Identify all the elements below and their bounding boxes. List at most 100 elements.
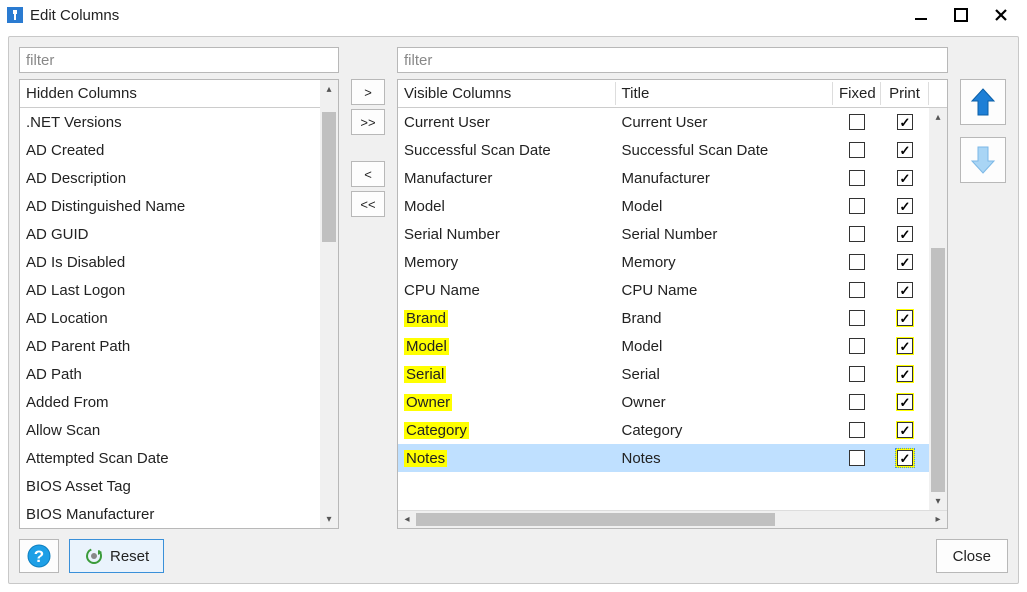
- visible-column-row[interactable]: Current UserCurrent User: [398, 108, 929, 136]
- row-title[interactable]: Current User: [616, 112, 834, 133]
- visible-columns-table[interactable]: Visible Columns Title Fixed Print Curren…: [397, 79, 948, 529]
- fixed-checkbox[interactable]: [849, 254, 865, 270]
- print-checkbox[interactable]: [897, 422, 913, 438]
- fixed-checkbox[interactable]: [849, 114, 865, 130]
- move-up-button[interactable]: [960, 79, 1006, 125]
- row-title[interactable]: Serial Number: [616, 224, 834, 245]
- hidden-column-item[interactable]: Attempted Scan Date: [20, 444, 320, 472]
- print-checkbox[interactable]: [897, 366, 913, 382]
- print-checkbox[interactable]: [897, 254, 913, 270]
- visible-column-row[interactable]: NotesNotes: [398, 444, 929, 472]
- scroll-up-icon[interactable]: ▴: [929, 108, 947, 126]
- print-checkbox[interactable]: [897, 310, 913, 326]
- print-checkbox[interactable]: [897, 450, 913, 466]
- hidden-column-item[interactable]: AD Distinguished Name: [20, 192, 320, 220]
- hidden-column-item[interactable]: AD Is Disabled: [20, 248, 320, 276]
- row-title[interactable]: Manufacturer: [616, 168, 834, 189]
- scroll-down-icon[interactable]: ▾: [320, 510, 338, 528]
- visible-column-row[interactable]: SerialSerial: [398, 360, 929, 388]
- visible-hscrollbar[interactable]: ◂ ▸: [398, 510, 947, 528]
- reset-button[interactable]: Reset: [69, 539, 164, 573]
- hidden-columns-header[interactable]: Hidden Columns: [20, 80, 320, 108]
- hidden-column-item[interactable]: AD Created: [20, 136, 320, 164]
- visible-filter-input[interactable]: [397, 47, 948, 73]
- hidden-column-item[interactable]: AD Parent Path: [20, 332, 320, 360]
- hidden-column-item[interactable]: Added From: [20, 388, 320, 416]
- move-down-button[interactable]: [960, 137, 1006, 183]
- visible-column-row[interactable]: CategoryCategory: [398, 416, 929, 444]
- row-title[interactable]: Successful Scan Date: [616, 140, 834, 161]
- hidden-column-item[interactable]: AD GUID: [20, 220, 320, 248]
- fixed-checkbox[interactable]: [849, 226, 865, 242]
- fixed-checkbox[interactable]: [849, 198, 865, 214]
- scroll-thumb[interactable]: [322, 112, 336, 242]
- print-checkbox[interactable]: [897, 198, 913, 214]
- print-checkbox[interactable]: [897, 170, 913, 186]
- scroll-thumb[interactable]: [931, 248, 945, 492]
- close-window-button[interactable]: [981, 0, 1021, 30]
- fixed-checkbox[interactable]: [849, 170, 865, 186]
- print-checkbox[interactable]: [897, 282, 913, 298]
- print-checkbox[interactable]: [897, 114, 913, 130]
- visible-column-row[interactable]: ModelModel: [398, 332, 929, 360]
- hidden-column-item[interactable]: AD Location: [20, 304, 320, 332]
- hidden-column-item[interactable]: AD Path: [20, 360, 320, 388]
- hidden-column-item[interactable]: AD Description: [20, 164, 320, 192]
- remove-one-button[interactable]: <: [351, 161, 385, 187]
- row-title[interactable]: Notes: [616, 448, 834, 469]
- fixed-checkbox[interactable]: [849, 422, 865, 438]
- maximize-button[interactable]: [941, 0, 981, 30]
- row-title[interactable]: Brand: [616, 308, 834, 329]
- hidden-columns-list[interactable]: Hidden Columns.NET VersionsAD CreatedAD …: [19, 79, 339, 529]
- visible-column-row[interactable]: BrandBrand: [398, 304, 929, 332]
- fixed-checkbox[interactable]: [849, 282, 865, 298]
- fixed-checkbox[interactable]: [849, 366, 865, 382]
- hidden-filter-input[interactable]: [19, 47, 339, 73]
- row-title[interactable]: Serial: [616, 364, 834, 385]
- visible-column-row[interactable]: MemoryMemory: [398, 248, 929, 276]
- fixed-checkbox[interactable]: [849, 310, 865, 326]
- minimize-button[interactable]: [901, 0, 941, 30]
- visible-column-row[interactable]: Successful Scan DateSuccessful Scan Date: [398, 136, 929, 164]
- print-checkbox[interactable]: [897, 394, 913, 410]
- hidden-column-item[interactable]: Allow Scan: [20, 416, 320, 444]
- col-header-title[interactable]: Title: [616, 82, 834, 105]
- fixed-checkbox[interactable]: [849, 338, 865, 354]
- visible-column-row[interactable]: CPU NameCPU Name: [398, 276, 929, 304]
- scroll-right-icon[interactable]: ▸: [929, 514, 947, 525]
- add-one-button[interactable]: >: [351, 79, 385, 105]
- hidden-column-item[interactable]: .NET Versions: [20, 108, 320, 136]
- visible-column-row[interactable]: OwnerOwner: [398, 388, 929, 416]
- add-all-button[interactable]: >>: [351, 109, 385, 135]
- hidden-scrollbar[interactable]: ▴ ▾: [320, 80, 338, 528]
- scroll-up-icon[interactable]: ▴: [320, 80, 338, 98]
- col-header-name[interactable]: Visible Columns: [398, 82, 616, 105]
- row-title[interactable]: Memory: [616, 252, 834, 273]
- col-header-print[interactable]: Print: [881, 82, 929, 105]
- help-button[interactable]: ?: [19, 539, 59, 573]
- row-title[interactable]: Category: [616, 420, 834, 441]
- scroll-down-icon[interactable]: ▾: [929, 492, 947, 510]
- hidden-column-item[interactable]: BIOS Asset Tag: [20, 472, 320, 500]
- fixed-checkbox[interactable]: [849, 450, 865, 466]
- print-checkbox[interactable]: [897, 338, 913, 354]
- print-checkbox[interactable]: [897, 226, 913, 242]
- row-title[interactable]: CPU Name: [616, 280, 834, 301]
- visible-column-row[interactable]: Serial NumberSerial Number: [398, 220, 929, 248]
- visible-column-row[interactable]: ModelModel: [398, 192, 929, 220]
- visible-scrollbar[interactable]: ▴ ▾: [929, 108, 947, 510]
- visible-column-row[interactable]: ManufacturerManufacturer: [398, 164, 929, 192]
- close-button[interactable]: Close: [936, 539, 1008, 573]
- print-checkbox[interactable]: [897, 142, 913, 158]
- hidden-column-item[interactable]: BIOS Manufacturer: [20, 500, 320, 528]
- col-header-fixed[interactable]: Fixed: [833, 82, 881, 105]
- hscroll-thumb[interactable]: [416, 513, 775, 526]
- scroll-left-icon[interactable]: ◂: [398, 514, 416, 525]
- row-title[interactable]: Model: [616, 336, 834, 357]
- fixed-checkbox[interactable]: [849, 142, 865, 158]
- row-title[interactable]: Owner: [616, 392, 834, 413]
- fixed-checkbox[interactable]: [849, 394, 865, 410]
- hidden-column-item[interactable]: AD Last Logon: [20, 276, 320, 304]
- remove-all-button[interactable]: <<: [351, 191, 385, 217]
- row-title[interactable]: Model: [616, 196, 834, 217]
